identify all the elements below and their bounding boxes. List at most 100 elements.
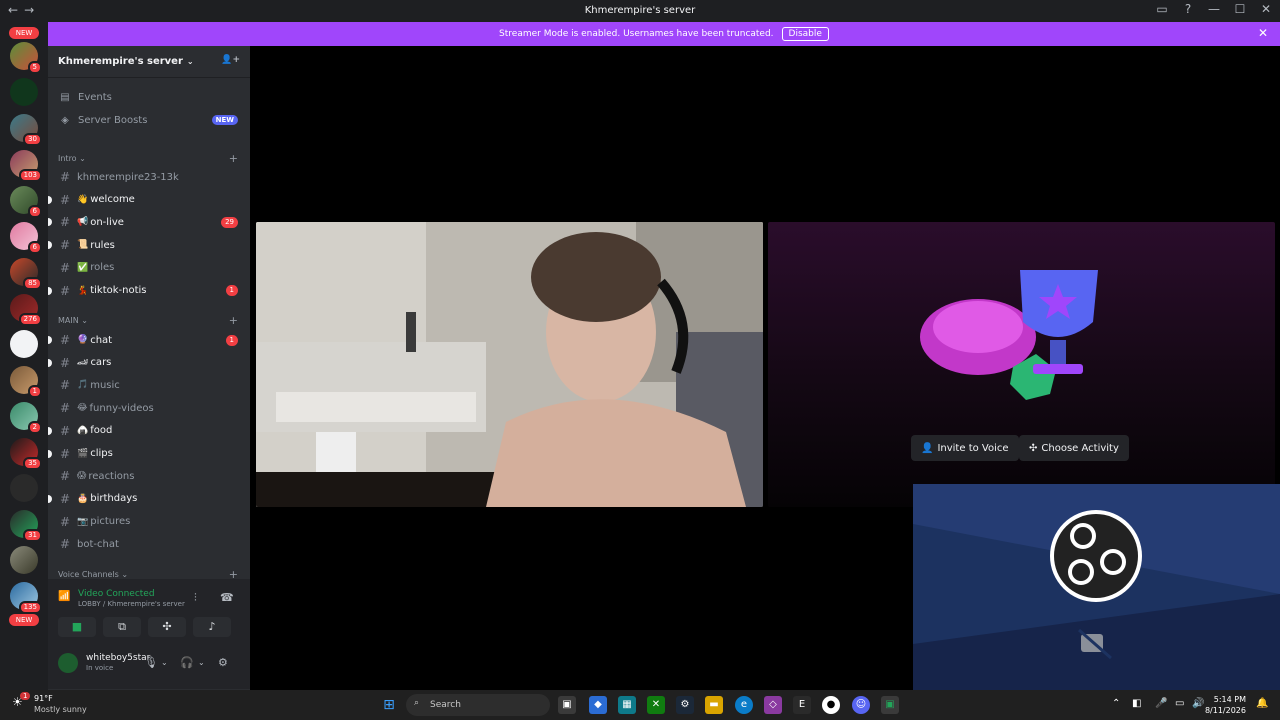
username[interactable]: whiteboy5star bbox=[86, 653, 150, 663]
category-main[interactable]: MAIN ⌄ + bbox=[58, 314, 238, 327]
minimize-button[interactable]: — bbox=[1208, 2, 1220, 16]
hash-icon: # bbox=[59, 170, 71, 184]
choose-activity-button[interactable]: ✣ Choose Activity bbox=[1019, 435, 1129, 461]
add-channel-icon[interactable]: + bbox=[229, 570, 238, 578]
server-icon[interactable]: 85 bbox=[10, 258, 42, 290]
channel-clips[interactable]: # 🎬 clips bbox=[48, 444, 238, 464]
chevron-down-icon[interactable]: ⌄ bbox=[161, 658, 168, 667]
app-icon[interactable]: ◆ bbox=[589, 696, 607, 714]
tray-app-icon[interactable]: ◧ bbox=[1132, 698, 1141, 709]
help-icon[interactable]: ? bbox=[1182, 2, 1194, 16]
channel-rules[interactable]: # 📜 rules bbox=[48, 235, 238, 255]
channel-chat[interactable]: # 🔮 chat 1 bbox=[48, 330, 238, 350]
channel-on-live[interactable]: # 📢 on-live 29 bbox=[48, 212, 238, 232]
channel-music[interactable]: # 🎵 music bbox=[58, 375, 238, 395]
server-icon[interactable] bbox=[10, 330, 38, 358]
invite-people-icon[interactable]: 👤+ bbox=[221, 55, 240, 65]
camera-button[interactable]: ■ bbox=[58, 617, 96, 637]
app-icon[interactable]: ▣ bbox=[881, 696, 899, 714]
disable-streamer-button[interactable]: Disable bbox=[781, 27, 829, 41]
steam-icon[interactable]: ⚙ bbox=[676, 696, 694, 714]
microphone-icon[interactable]: 🎤 bbox=[1155, 698, 1167, 709]
taskbar-clock[interactable]: 5:14 PM 8/11/2026 bbox=[1205, 694, 1246, 716]
channel-reactions[interactable]: # 😱 reactions bbox=[58, 466, 238, 486]
webcam-video-tile[interactable] bbox=[256, 222, 763, 507]
weather-alert-badge: 1 bbox=[20, 692, 31, 700]
server-icon[interactable]: 6 bbox=[10, 222, 42, 254]
channel-pictures[interactable]: # 📷 pictures bbox=[58, 512, 238, 532]
server-icon[interactable]: 2 bbox=[10, 402, 42, 434]
server-boosts-item[interactable]: ◈ Server Boosts NEW bbox=[58, 110, 238, 130]
server-icon[interactable]: 103 bbox=[10, 150, 42, 182]
volume-icon[interactable]: 🔊 bbox=[1192, 698, 1204, 709]
server-icon[interactable]: 5 bbox=[10, 42, 42, 74]
discord-icon[interactable]: ☺ bbox=[852, 696, 870, 714]
channel-tiktok-notis[interactable]: # 💃 tiktok-notis 1 bbox=[48, 281, 238, 301]
screen-share-button[interactable]: ⧉ bbox=[103, 617, 141, 637]
channel-welcome[interactable]: # 👋 welcome bbox=[48, 190, 238, 210]
channel-birthdays[interactable]: # 🎂 birthdays bbox=[48, 489, 238, 509]
maximize-button[interactable]: ☐ bbox=[1234, 2, 1246, 16]
folder-icon[interactable]: ▬ bbox=[705, 696, 723, 714]
new-servers-pill[interactable]: NEW bbox=[9, 27, 39, 39]
invite-to-voice-button[interactable]: 👤 Invite to Voice bbox=[911, 435, 1019, 461]
server-icon[interactable]: 6 bbox=[10, 186, 42, 218]
server-icon[interactable] bbox=[10, 474, 38, 502]
xbox-icon[interactable]: ✕ bbox=[647, 696, 665, 714]
events-item[interactable]: ▤ Events bbox=[58, 87, 238, 107]
windows-start-icon[interactable]: ⊞ bbox=[380, 696, 398, 714]
channel-bot-chat[interactable]: # bot-chat bbox=[58, 534, 238, 554]
close-window-button[interactable]: ✕ bbox=[1260, 2, 1272, 16]
taskbar-search[interactable]: ⌕ Search bbox=[406, 694, 550, 716]
server-icon[interactable]: 1 bbox=[10, 366, 42, 398]
store-icon[interactable]: ▦ bbox=[618, 696, 636, 714]
new-servers-pill[interactable]: NEW bbox=[9, 614, 39, 626]
notification-bell-icon[interactable]: 🔔 bbox=[1256, 698, 1268, 709]
channel-food[interactable]: # 🍙 food bbox=[48, 421, 238, 441]
add-channel-icon[interactable]: + bbox=[229, 314, 238, 327]
category-intro[interactable]: Intro ⌄ + bbox=[58, 152, 238, 165]
category-voice[interactable]: Voice Channels ⌄ + bbox=[58, 570, 238, 578]
soundboard-button[interactable]: ♪ bbox=[193, 617, 231, 637]
server-icon[interactable]: 35 bbox=[10, 438, 42, 470]
chevron-up-icon[interactable]: ⌃ bbox=[1112, 698, 1120, 709]
server-icon[interactable]: 276 bbox=[10, 294, 42, 326]
noise-suppression-icon[interactable]: ⫶ bbox=[194, 591, 197, 605]
chevron-down-icon[interactable]: ⌄ bbox=[198, 658, 205, 667]
voice-location[interactable]: LOBBY / Khmerempire's server bbox=[78, 600, 185, 608]
disconnect-icon[interactable]: ☎ bbox=[220, 591, 234, 604]
add-channel-icon[interactable]: + bbox=[229, 152, 238, 165]
channel-khmerempire23-13k[interactable]: # khmerempire23-13k bbox=[58, 167, 238, 187]
hash-icon: # bbox=[59, 401, 71, 416]
server-icon[interactable] bbox=[10, 546, 38, 574]
edge-icon[interactable]: e bbox=[735, 696, 753, 714]
server-icon[interactable]: 31 bbox=[10, 510, 42, 542]
server-icon[interactable]: 135 bbox=[10, 582, 42, 614]
activity-button[interactable]: ✣ bbox=[148, 617, 186, 637]
streamer-mode-banner: Streamer Mode is enabled. Usernames have… bbox=[48, 22, 1280, 46]
app-icon[interactable]: ◇ bbox=[764, 696, 782, 714]
channel-roles[interactable]: # ✅ roles bbox=[58, 258, 238, 278]
weather-temp[interactable]: 91°F bbox=[34, 694, 53, 703]
close-icon[interactable]: ✕ bbox=[1258, 26, 1268, 40]
gear-icon[interactable]: ⚙ bbox=[218, 656, 228, 669]
screen-share-preview[interactable] bbox=[913, 484, 1280, 690]
channel-emoji: 😂 bbox=[77, 403, 88, 414]
epic-games-icon[interactable]: E bbox=[793, 696, 811, 714]
network-icon[interactable]: ▭ bbox=[1175, 698, 1184, 709]
avatar[interactable] bbox=[58, 653, 78, 673]
user-panel: whiteboy5star In voice 🎙 ⌄ 🎧 ⌄ ⚙ bbox=[48, 645, 250, 689]
add-user-icon: 👤 bbox=[921, 442, 934, 454]
task-view-icon[interactable]: ▣ bbox=[558, 696, 576, 714]
inbox-icon[interactable]: ▭ bbox=[1156, 2, 1168, 16]
server-header[interactable]: Khmerempire's server ⌄ 👤+ bbox=[48, 46, 250, 78]
channel-funny-videos[interactable]: # 😂 funny-videos bbox=[58, 398, 238, 418]
channel-cars[interactable]: # 🏎 cars bbox=[48, 353, 238, 373]
voice-connected-status[interactable]: Video Connected bbox=[78, 589, 155, 599]
headphones-icon[interactable]: 🎧 bbox=[180, 656, 194, 669]
obs-icon[interactable]: ● bbox=[822, 696, 840, 714]
microphone-icon[interactable]: 🎙 bbox=[144, 656, 158, 669]
server-icon[interactable] bbox=[10, 78, 38, 106]
server-icon[interactable]: 30 bbox=[10, 114, 42, 146]
weather-desc[interactable]: Mostly sunny bbox=[34, 705, 87, 714]
